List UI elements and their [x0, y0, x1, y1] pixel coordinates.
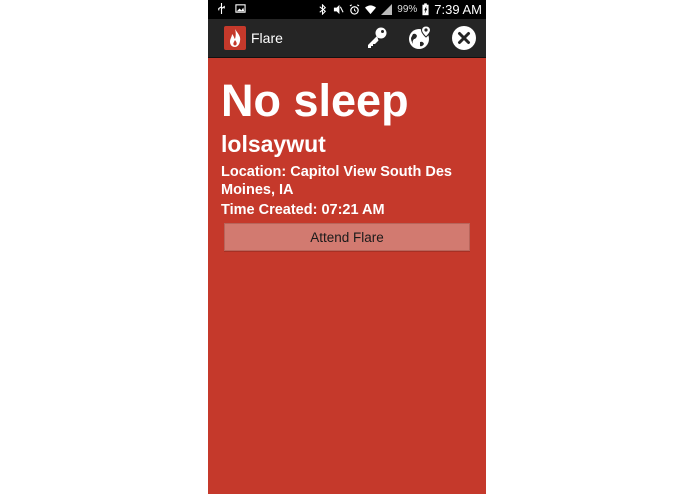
- close-icon[interactable]: [451, 25, 477, 51]
- alarm-icon: [349, 4, 360, 15]
- phone-screen: 99% 7:39 AM Flare No sleep lolsaywut Loc…: [208, 0, 486, 494]
- attend-flare-button[interactable]: Attend Flare: [224, 223, 470, 251]
- clock: 7:39 AM: [434, 2, 482, 17]
- usb-icon: [218, 3, 225, 14]
- battery-percent: 99%: [397, 4, 418, 15]
- bluetooth-icon: [319, 4, 327, 15]
- flare-location: Location: Capitol View South Des Moines,…: [221, 164, 452, 198]
- wifi-icon: [365, 5, 377, 15]
- signal-icon: [381, 4, 393, 15]
- app-title: Flare: [251, 30, 283, 46]
- mute-icon: [334, 4, 344, 15]
- key-icon[interactable]: [364, 25, 390, 51]
- flare-user: lolsaywut: [221, 131, 326, 157]
- flare-details: No sleep lolsaywut Location: Capitol Vie…: [221, 76, 476, 219]
- flare-time-created: Time Created: 07:21 AM: [221, 202, 385, 218]
- image-icon: [235, 4, 246, 13]
- action-bar: Flare: [208, 19, 486, 58]
- status-bar: 99% 7:39 AM: [208, 0, 486, 19]
- flame-icon[interactable]: [224, 26, 246, 50]
- flare-title: No sleep: [221, 75, 409, 126]
- globe-location-icon[interactable]: [407, 25, 433, 51]
- battery-charging-icon: [422, 3, 429, 16]
